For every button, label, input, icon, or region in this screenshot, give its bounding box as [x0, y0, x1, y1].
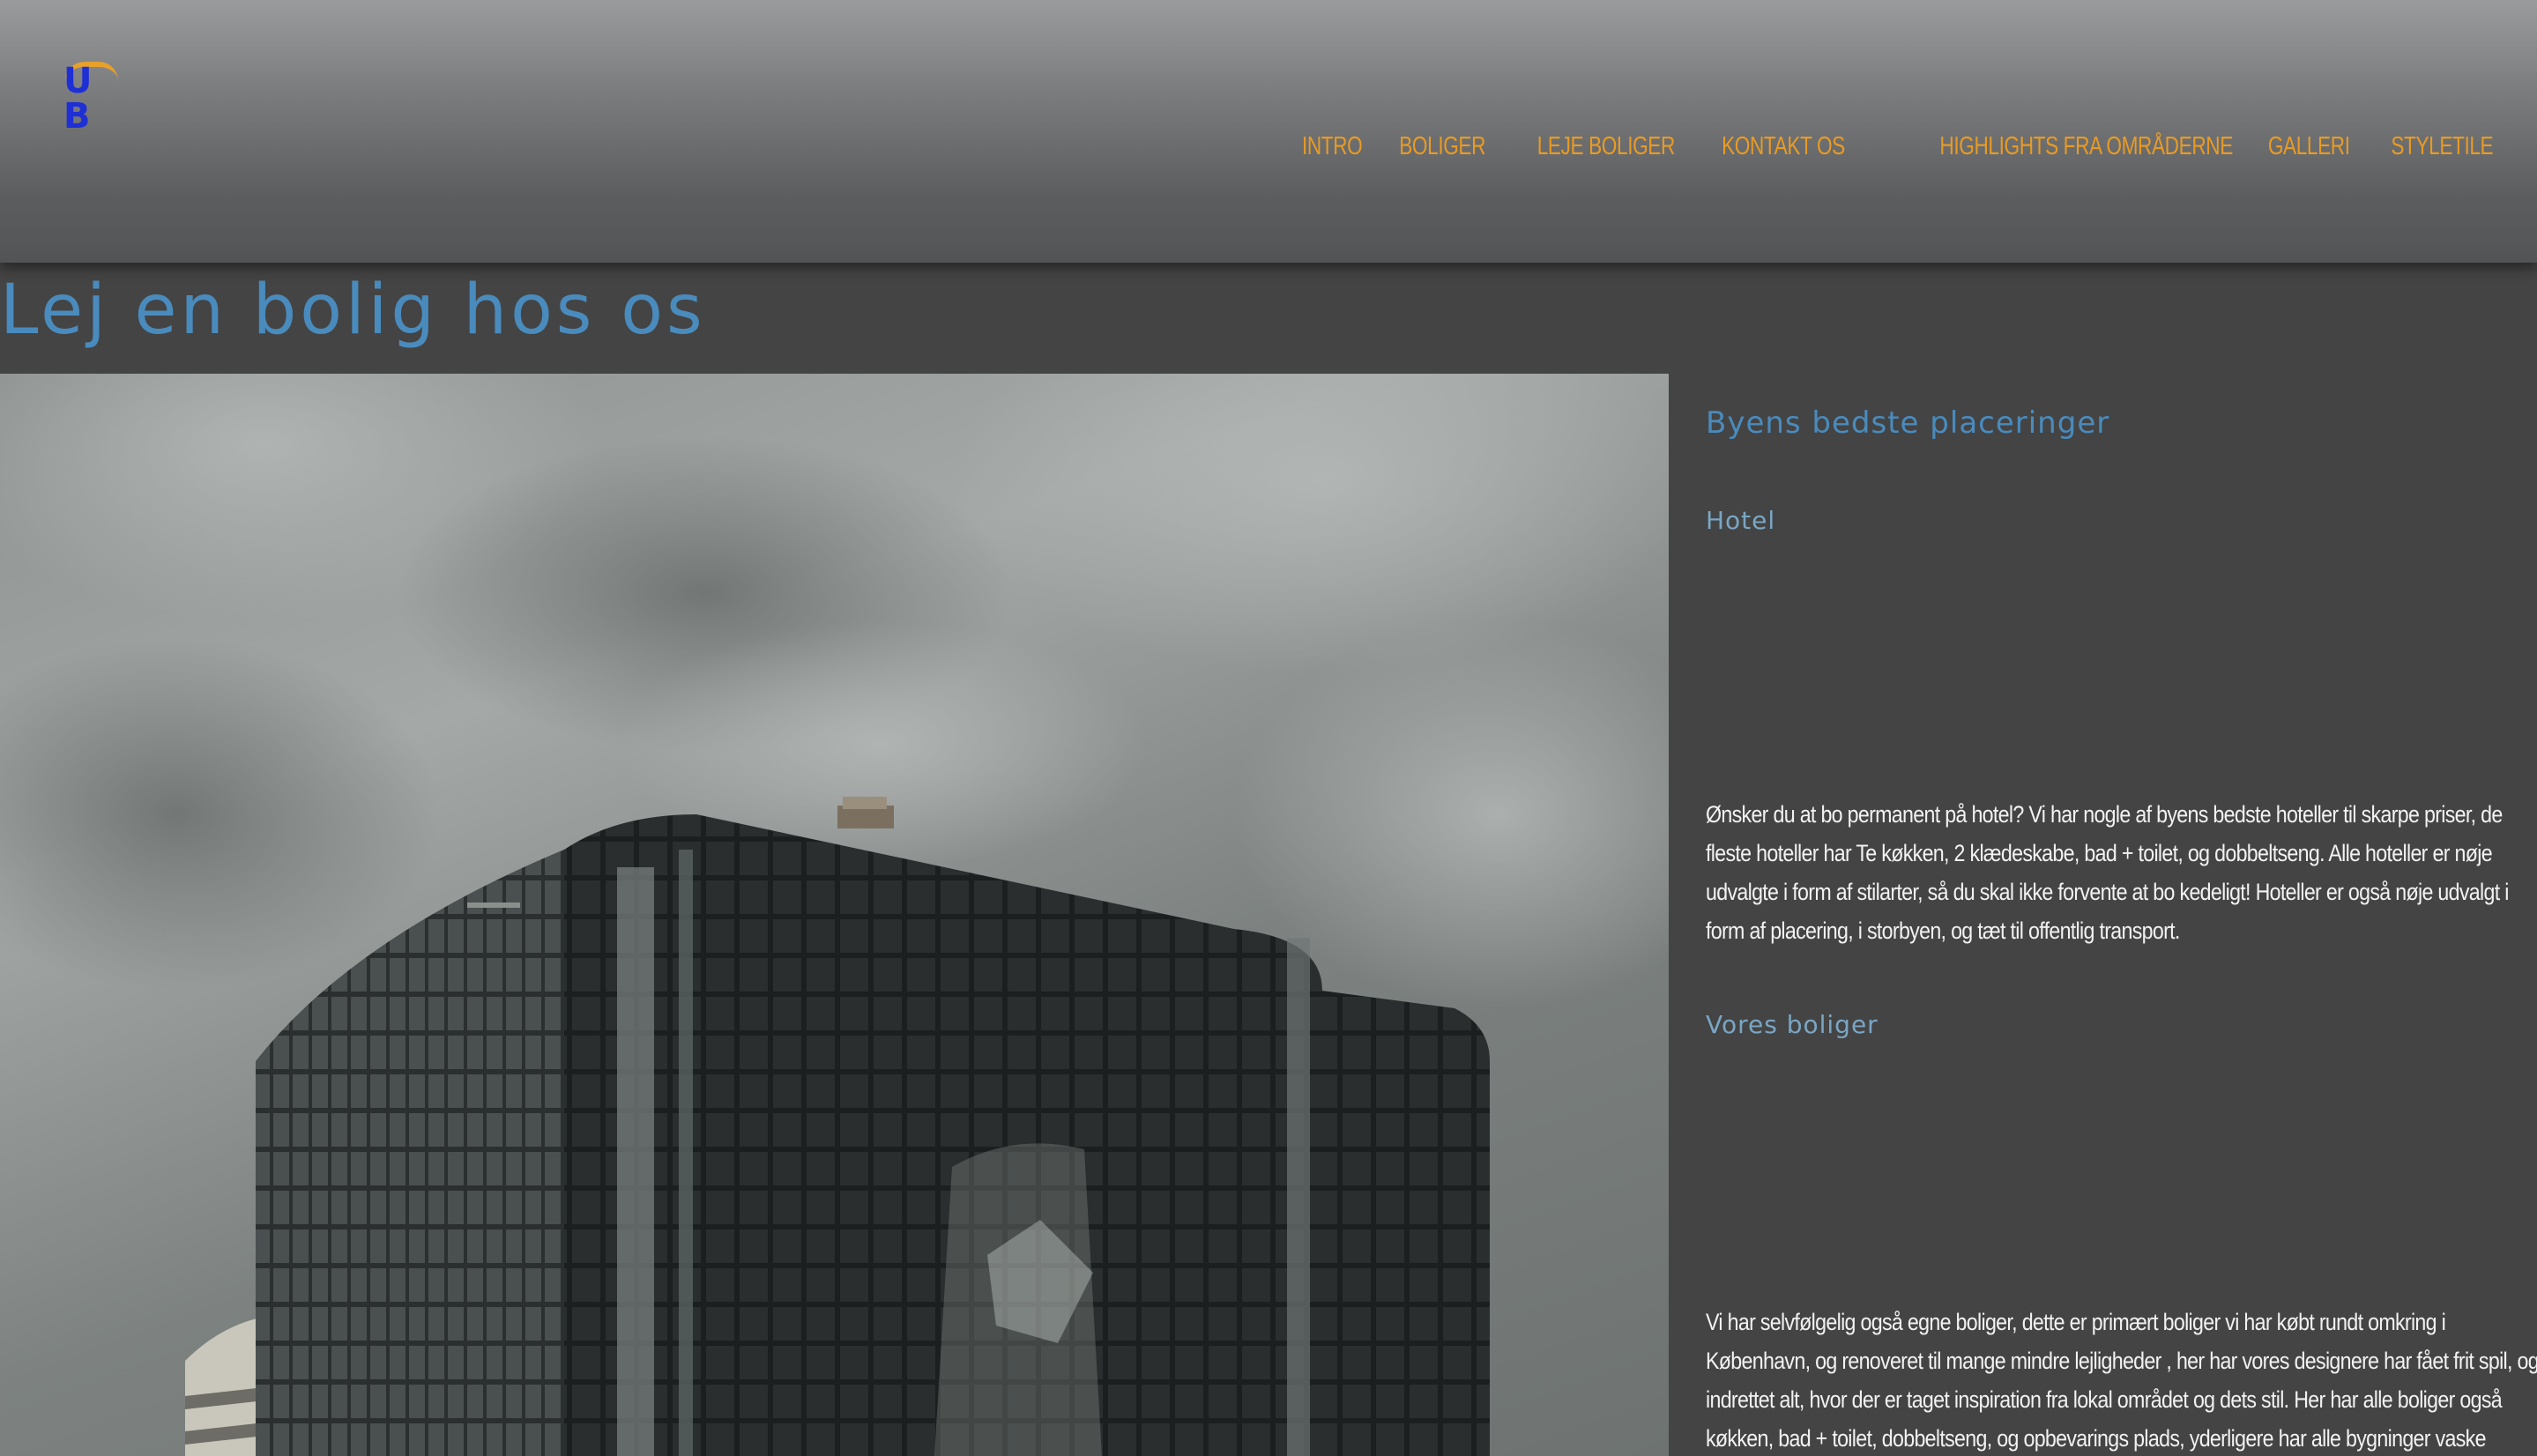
nav-item-intro[interactable]: INTRO [1294, 132, 1371, 161]
sidebar-heading: Byens bedste placeringer [1706, 405, 2110, 441]
boliger-heading: Vores boliger [1706, 1010, 1879, 1039]
hotel-description: Ønsker du at bo permanent på hotel? Vi h… [1706, 801, 2509, 944]
hotel-heading: Hotel [1706, 506, 1776, 535]
nav-item-styletile[interactable]: STYLETILE [2383, 132, 2502, 161]
nav-item-highlights[interactable]: HIGHLIGHTS FRA OMRÅDERNE [1931, 132, 2241, 161]
nav-item-leje-boliger[interactable]: LEJE BOLIGER [1529, 132, 1683, 161]
site-header: U B INTRO BOLIGER LEJE BOLIGER KONTAKT O… [0, 0, 2537, 263]
boliger-description: Vi har selvfølgelig også egne boliger, d… [1706, 1309, 2537, 1452]
logo-letters: U B [63, 61, 101, 137]
page-title: Lej en bolig hos os [0, 271, 706, 350]
hero-building-image [0, 374, 1669, 1456]
site-logo[interactable]: U B [62, 55, 125, 134]
main-nav: INTRO BOLIGER LEJE BOLIGER KONTAKT OS HI… [1281, 132, 2502, 161]
nav-item-galleri[interactable]: GALLERI [2260, 132, 2359, 161]
nav-item-kontakt-os[interactable]: KONTAKT OS [1714, 132, 1854, 161]
nav-item-boliger[interactable]: BOLIGER [1391, 132, 1494, 161]
sidebar-content: Byens bedste placeringer Hotel Ønsker du… [1706, 388, 2537, 1456]
